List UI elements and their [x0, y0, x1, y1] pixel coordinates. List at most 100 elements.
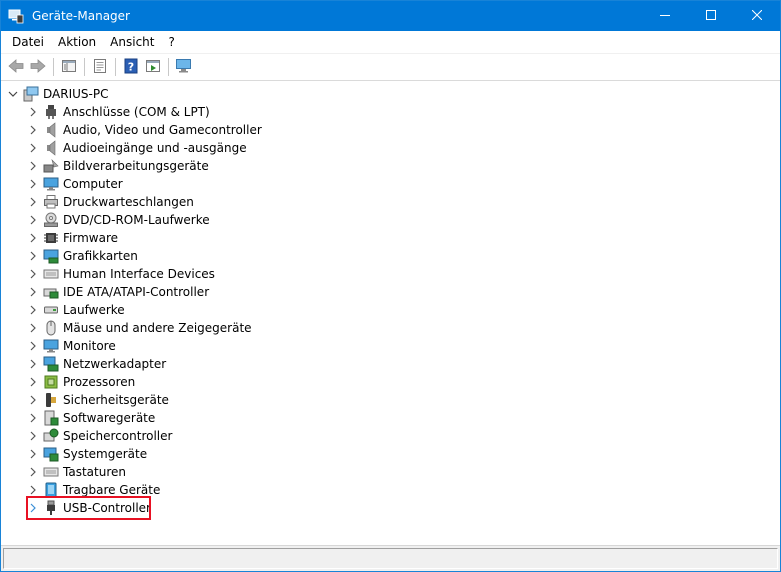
- chevron-right-icon[interactable]: [25, 373, 41, 391]
- tree-category[interactable]: IDE ATA/ATAPI-Controller: [25, 283, 210, 301]
- tree-category[interactable]: Netzwerkadapter: [25, 355, 167, 373]
- tree-category[interactable]: Tastaturen: [25, 463, 127, 481]
- close-button[interactable]: [734, 1, 780, 31]
- monitor-scan-icon: [175, 58, 193, 77]
- tree-category-label: Monitore: [63, 339, 116, 353]
- tree-category[interactable]: Prozessoren: [25, 373, 136, 391]
- chevron-right-icon[interactable]: [25, 157, 41, 175]
- tree-category[interactable]: Softwaregeräte: [25, 409, 156, 427]
- toolbar-separator: [84, 58, 85, 76]
- menu-help[interactable]: ?: [161, 32, 181, 52]
- tree-category-label: Tastaturen: [63, 465, 126, 479]
- tree-category[interactable]: Speichercontroller: [25, 427, 173, 445]
- security-key-icon: [43, 392, 59, 408]
- properties-button[interactable]: [89, 56, 111, 78]
- properties-icon: [92, 58, 108, 77]
- disc-drive-icon: [43, 212, 59, 228]
- status-bar: [1, 545, 780, 571]
- minimize-button[interactable]: [642, 1, 688, 31]
- chevron-right-icon[interactable]: [25, 103, 41, 121]
- tree-category[interactable]: Audioeingänge und -ausgänge: [25, 139, 248, 157]
- maximize-button[interactable]: [688, 1, 734, 31]
- chevron-right-icon[interactable]: [25, 319, 41, 337]
- mouse-icon: [43, 320, 59, 336]
- tree-root-label: DARIUS-PC: [43, 87, 109, 101]
- tree-category[interactable]: Druckwarteschlangen: [25, 193, 195, 211]
- toolbar: ?: [1, 54, 780, 81]
- menu-aktion[interactable]: Aktion: [51, 32, 103, 52]
- tree-category-label: Bildverarbeitungsgeräte: [63, 159, 209, 173]
- processor-icon: [43, 374, 59, 390]
- tree-category[interactable]: Audio, Video und Gamecontroller: [25, 121, 263, 139]
- chevron-down-icon[interactable]: [5, 85, 21, 103]
- tree-category[interactable]: Bildverarbeitungsgeräte: [25, 157, 210, 175]
- chevron-right-icon[interactable]: [25, 121, 41, 139]
- device-manager-app-icon: [8, 8, 24, 24]
- tree-category-label: Computer: [63, 177, 123, 191]
- show-hide-tree-button[interactable]: [58, 56, 80, 78]
- tree-category-label: Laufwerke: [63, 303, 125, 317]
- chevron-right-icon[interactable]: [25, 337, 41, 355]
- tree-category[interactable]: Monitore: [25, 337, 117, 355]
- window-title: Geräte-Manager: [32, 9, 130, 23]
- scan-hardware-button[interactable]: [173, 56, 195, 78]
- back-button[interactable]: [5, 56, 27, 78]
- menu-ansicht[interactable]: Ansicht: [103, 32, 161, 52]
- chevron-right-icon[interactable]: [25, 445, 41, 463]
- chevron-right-icon[interactable]: [25, 265, 41, 283]
- close-icon: [751, 9, 763, 23]
- tree-category[interactable]: Human Interface Devices: [25, 265, 216, 283]
- tree-category[interactable]: Sicherheitsgeräte: [25, 391, 170, 409]
- root-computer-icon: [23, 86, 39, 102]
- tree-root[interactable]: DARIUS-PC: [5, 85, 109, 103]
- menu-datei[interactable]: Datei: [5, 32, 51, 52]
- chevron-right-icon[interactable]: [25, 229, 41, 247]
- chevron-right-icon[interactable]: [25, 301, 41, 319]
- keyboard-icon: [43, 464, 59, 480]
- tree-category[interactable]: Mäuse und andere Zeigegeräte: [25, 319, 253, 337]
- toolbar-separator: [168, 58, 169, 76]
- tree-category-label: Audio, Video und Gamecontroller: [63, 123, 262, 137]
- chevron-right-icon[interactable]: [25, 193, 41, 211]
- tree-category-label: Firmware: [63, 231, 118, 245]
- chevron-right-icon[interactable]: [25, 355, 41, 373]
- storage-controller-icon: [43, 428, 59, 444]
- tree-category[interactable]: DVD/CD-ROM-Laufwerke: [25, 211, 211, 229]
- tree-category[interactable]: Anschlüsse (COM & LPT): [25, 103, 211, 121]
- chevron-right-icon[interactable]: [25, 139, 41, 157]
- tree-category-label: Netzwerkadapter: [63, 357, 167, 371]
- tree-category[interactable]: Systemgeräte: [25, 445, 148, 463]
- chevron-right-icon[interactable]: [25, 247, 41, 265]
- status-panel: [3, 548, 778, 569]
- tree-category[interactable]: Computer: [25, 175, 124, 193]
- chevron-right-icon[interactable]: [25, 175, 41, 193]
- chevron-right-icon[interactable]: [25, 427, 41, 445]
- tree-category-label: Human Interface Devices: [63, 267, 215, 281]
- tree-category-label: Softwaregeräte: [63, 411, 156, 425]
- system-device-icon: [43, 446, 59, 462]
- menu-bar: Datei Aktion Ansicht ?: [1, 31, 780, 54]
- run-icon: [145, 58, 161, 77]
- chevron-right-icon[interactable]: [25, 463, 41, 481]
- device-tree: DARIUS-PC Anschlüsse (COM & LPT) Audio, Vi…: [1, 83, 780, 544]
- chevron-right-icon[interactable]: [25, 283, 41, 301]
- tree-category[interactable]: Grafikkarten: [25, 247, 139, 265]
- chevron-right-icon[interactable]: [25, 391, 41, 409]
- forward-arrow-icon: [29, 58, 47, 77]
- keyboard-icon: [43, 266, 59, 282]
- run-button[interactable]: [142, 56, 164, 78]
- speaker-icon: [43, 122, 59, 138]
- printer-icon: [43, 194, 59, 210]
- display-adapter-icon: [43, 248, 59, 264]
- tree-category[interactable]: Laufwerke: [25, 301, 126, 319]
- device-manager-window: Geräte-Manager Datei Aktion Ansicht ? ? …: [0, 0, 781, 572]
- forward-button[interactable]: [27, 56, 49, 78]
- tree-category[interactable]: Firmware: [25, 229, 119, 247]
- maximize-icon: [706, 9, 716, 23]
- tree-category-label: Mäuse und andere Zeigegeräte: [63, 321, 252, 335]
- help-icon: ?: [123, 58, 139, 77]
- help-button[interactable]: ?: [120, 56, 142, 78]
- chevron-right-icon[interactable]: [25, 409, 41, 427]
- back-arrow-icon: [7, 58, 25, 77]
- chevron-right-icon[interactable]: [25, 211, 41, 229]
